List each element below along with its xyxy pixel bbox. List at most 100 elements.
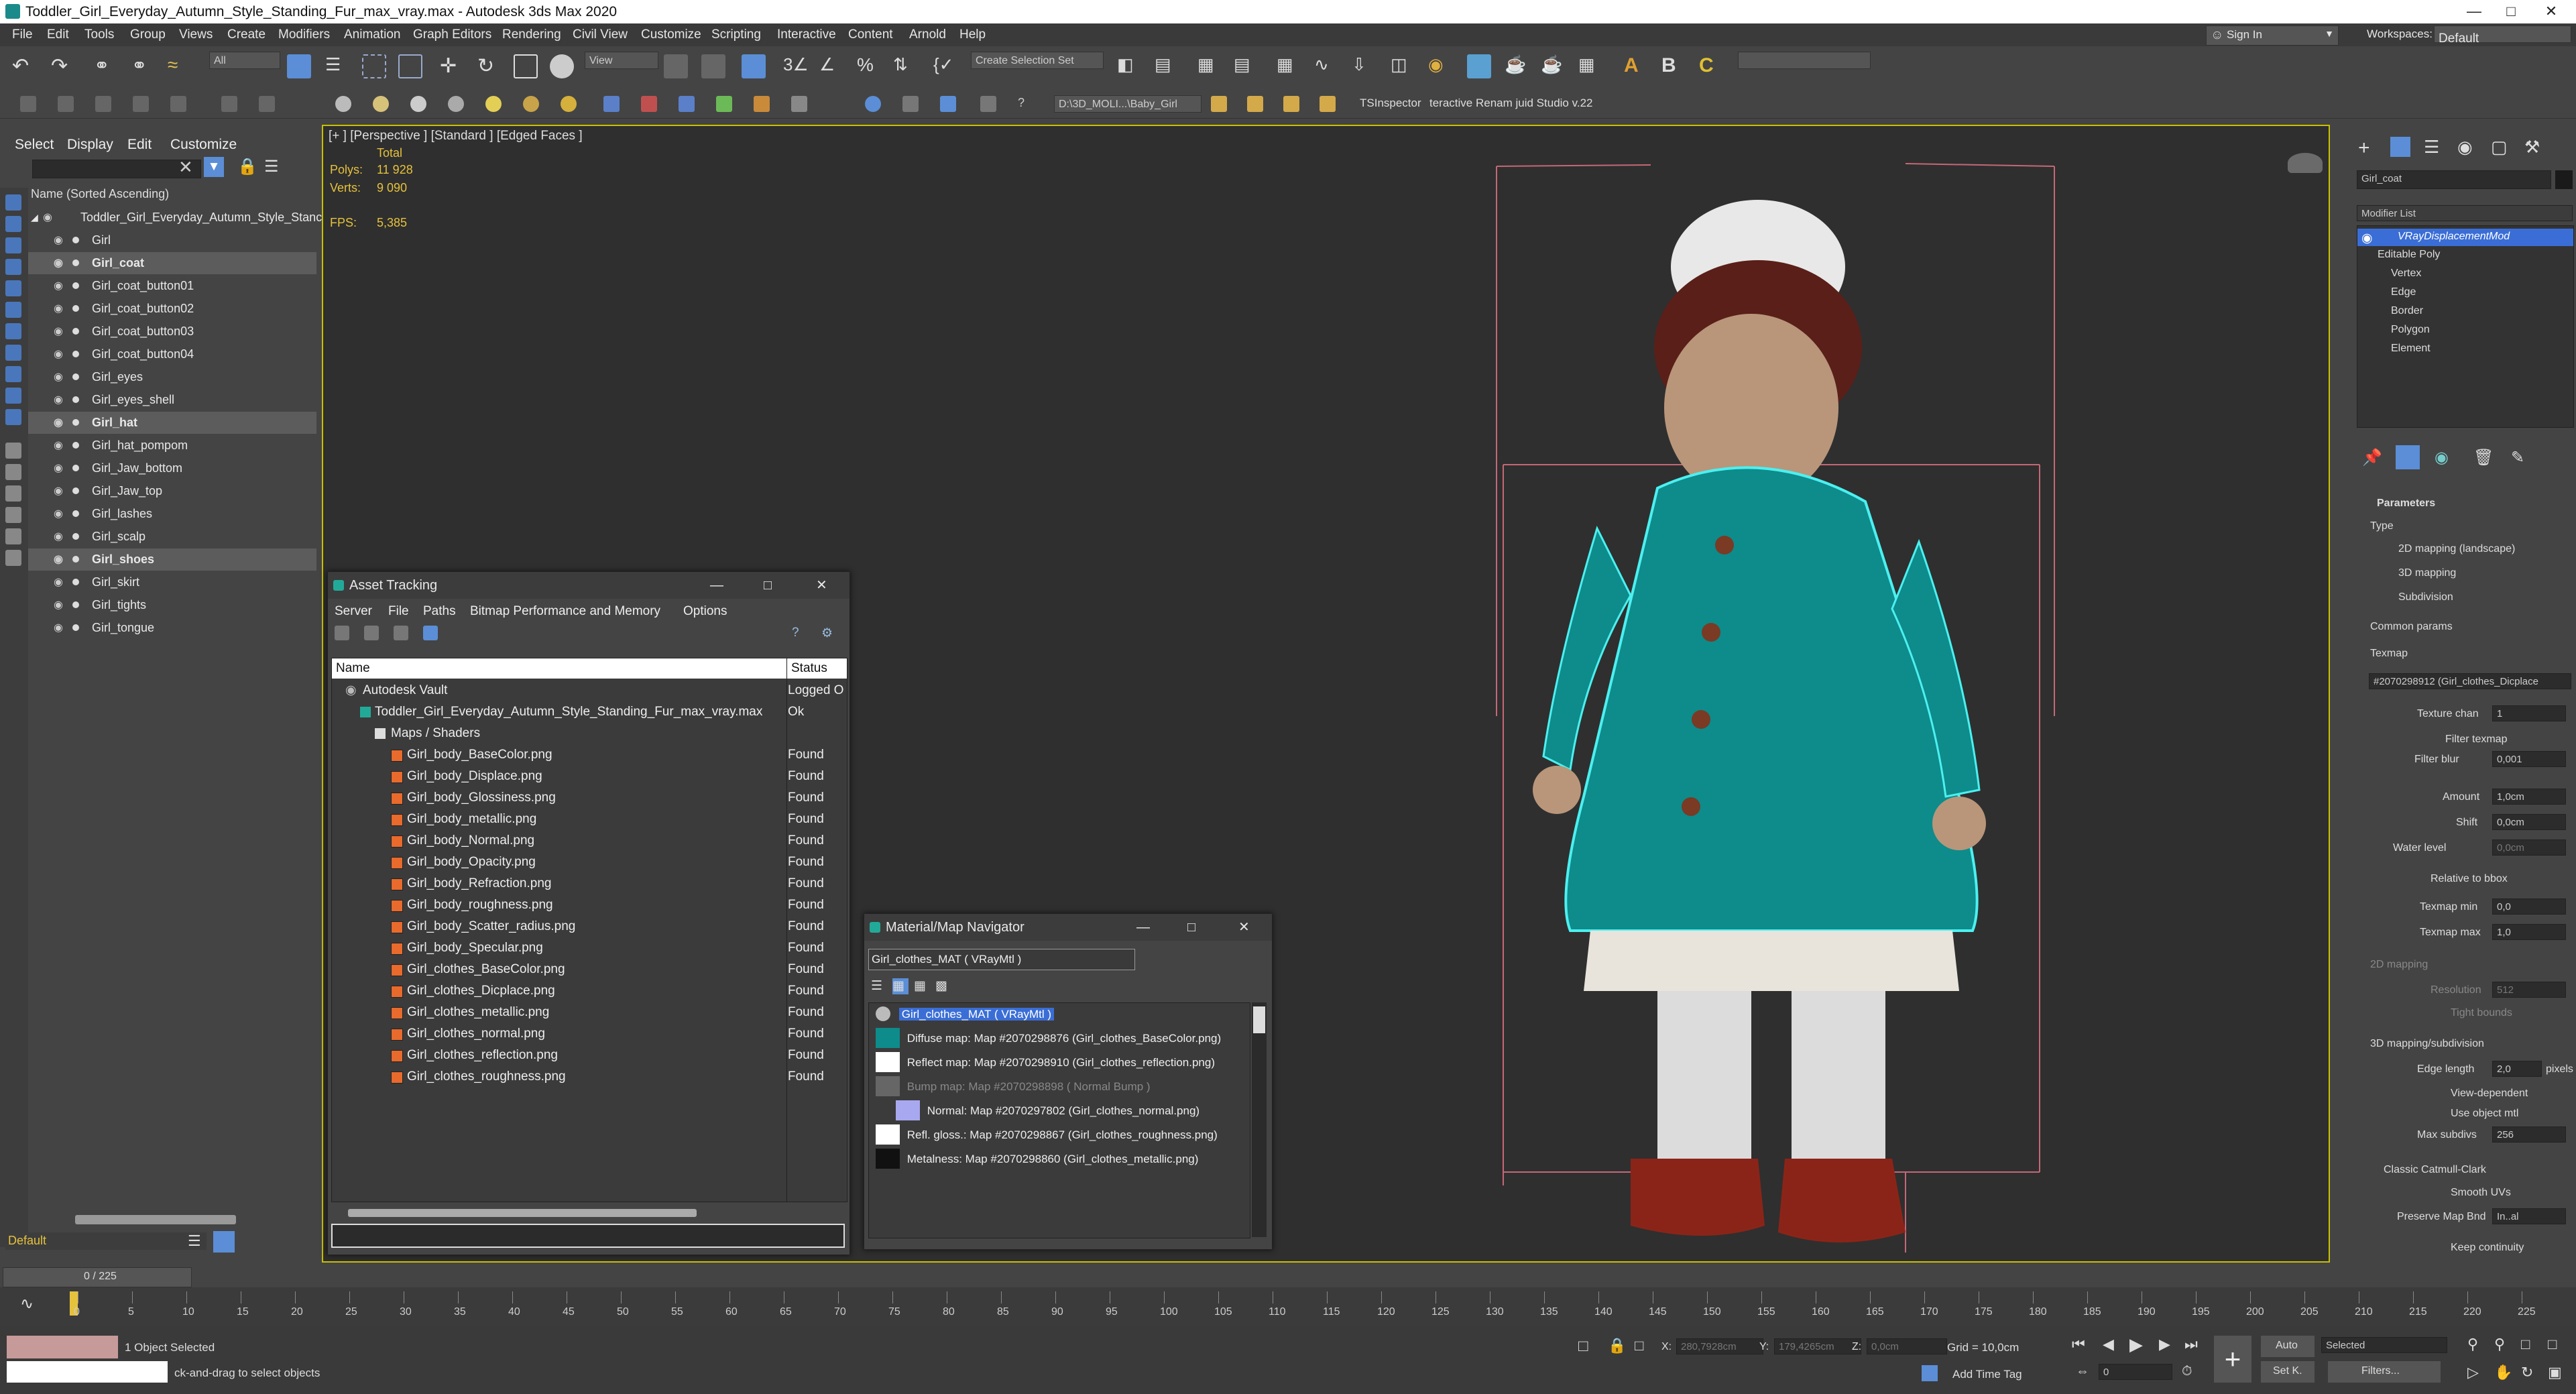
eye-icon[interactable]: ◉: [54, 503, 63, 525]
use-object-mtl-checkbox[interactable]: Use object mtl: [2451, 1108, 2518, 1120]
view-small-icons-icon[interactable]: ▦: [914, 978, 930, 994]
stack-item-element[interactable]: Element: [2391, 343, 2431, 355]
menu-graph-editors[interactable]: Graph Editors: [413, 27, 491, 42]
next-frame-icon[interactable]: ▶: [2159, 1336, 2170, 1353]
sphere-icon[interactable]: [410, 96, 426, 112]
utilities-tab-icon[interactable]: ⚒: [2524, 137, 2540, 158]
layer-dropdown[interactable]: Default: [5, 1232, 207, 1250]
window-crossing-icon[interactable]: [398, 54, 422, 78]
sphere-icon[interactable]: [373, 96, 389, 112]
resolution-spinner[interactable]: 512: [2492, 982, 2566, 998]
tool-icon[interactable]: [902, 96, 919, 112]
zoom-extents-icon[interactable]: □: [2521, 1336, 2530, 1353]
keyboard-shortcut-toggle-icon[interactable]: [742, 54, 766, 78]
asset-menu-server[interactable]: Server: [335, 604, 372, 619]
z-coordinate-field[interactable]: 0,0cm: [1867, 1338, 1947, 1354]
scene-object-row[interactable]: ◉ Girl: [28, 229, 316, 251]
asset-tool-icon[interactable]: [364, 626, 379, 640]
scene-object-row[interactable]: ◉ Girl_coat_button04: [28, 343, 316, 365]
rectangular-selection-icon[interactable]: [362, 54, 386, 78]
tab-select[interactable]: Select: [15, 137, 54, 153]
render-dot-icon[interactable]: [72, 442, 79, 449]
scene-object-row[interactable]: ◉ Girl_coat_button01: [28, 275, 316, 297]
filter-icon[interactable]: [5, 388, 21, 404]
absolute-mode-icon[interactable]: □: [1635, 1337, 1643, 1354]
render-dot-icon[interactable]: [72, 624, 79, 631]
asset-row-maps-group[interactable]: Maps / Shaders: [332, 723, 845, 744]
eye-icon[interactable]: ◉: [54, 366, 63, 388]
angle-snap-icon[interactable]: ∠: [819, 54, 843, 78]
menu-help[interactable]: Help: [959, 27, 986, 42]
zoom-extents-all-icon[interactable]: □: [2548, 1336, 2557, 1353]
filter-icon[interactable]: [5, 345, 21, 361]
eye-icon[interactable]: ◉: [54, 229, 63, 251]
sphere-icon[interactable]: [335, 96, 351, 112]
render-dot-icon[interactable]: [72, 373, 79, 380]
tool-icon[interactable]: [20, 96, 36, 112]
material-map-row[interactable]: Normal: Map #2070297802 (Girl_clothes_no…: [896, 1100, 1199, 1122]
menu-content[interactable]: Content: [848, 27, 893, 42]
tight-bounds-checkbox[interactable]: Tight bounds: [2451, 1007, 2512, 1019]
time-config-icon[interactable]: ⏱: [2182, 1364, 2192, 1379]
texmap-button[interactable]: #2070298912 (Girl_clothes_Dicplace: [2369, 673, 2571, 689]
render-dot-icon[interactable]: [72, 579, 79, 585]
render-dot-icon[interactable]: [72, 465, 79, 471]
asset-menu-options[interactable]: Options: [683, 604, 727, 619]
asset-map-row[interactable]: Girl_clothes_BaseColor.png Found: [332, 959, 845, 980]
remove-modifier-icon[interactable]: 🗑: [2473, 448, 2494, 467]
asset-map-row[interactable]: Girl_body_Glossiness.png Found: [332, 787, 845, 809]
asset-map-row[interactable]: Girl_clothes_reflection.png Found: [332, 1045, 845, 1066]
col-status[interactable]: Status: [791, 658, 827, 679]
menu-customize[interactable]: Customize: [641, 27, 701, 42]
col-name[interactable]: Name: [336, 658, 370, 679]
menu-scripting[interactable]: Scripting: [711, 27, 761, 42]
stack-item-editable-poly[interactable]: Editable Poly: [2378, 249, 2440, 261]
undo-icon[interactable]: ↶: [12, 54, 36, 78]
scene-object-row[interactable]: ◉ Girl_lashes: [28, 503, 316, 525]
edge-length-spinner[interactable]: 2,0: [2492, 1061, 2542, 1077]
shift-spinner[interactable]: 0,0cm: [2492, 814, 2566, 830]
clear-search-icon[interactable]: ✕: [178, 157, 193, 178]
named-selection-dropdown[interactable]: Create Selection Set: [971, 52, 1104, 69]
material-map-row[interactable]: Bump map: Map #2070298898 ( Normal Bump …: [876, 1076, 1151, 1098]
render-setup-icon[interactable]: ◉: [1428, 54, 1452, 78]
move-icon[interactable]: ✛: [440, 54, 464, 78]
maximize-icon[interactable]: □: [764, 572, 772, 599]
close-icon[interactable]: ✕: [1238, 914, 1250, 941]
eye-icon[interactable]: ◉: [54, 252, 63, 274]
filter-icon[interactable]: [5, 259, 21, 275]
smooth-uvs-checkbox[interactable]: Smooth UVs: [2451, 1187, 2511, 1199]
asset-map-row[interactable]: Girl_body_Scatter_radius.png Found: [332, 916, 845, 937]
relative-to-bbox-checkbox[interactable]: Relative to bbox: [2431, 873, 2508, 885]
set-key-icon[interactable]: +: [2214, 1336, 2251, 1383]
asset-map-row[interactable]: Girl_body_roughness.png Found: [332, 894, 845, 916]
eye-icon[interactable]: ◉: [54, 617, 63, 639]
tool-icon[interactable]: [603, 96, 620, 112]
material-tree-scrollbar[interactable]: [1252, 1002, 1267, 1237]
lock-icon[interactable]: 🔒: [237, 157, 257, 176]
pivot-center-icon[interactable]: [664, 54, 688, 78]
scene-object-row[interactable]: ◉ Girl_Jaw_top: [28, 480, 316, 502]
eye-icon[interactable]: ◉: [43, 207, 52, 229]
scene-object-row[interactable]: ◉ Girl_scalp: [28, 526, 316, 548]
asset-row-vault[interactable]: ◉ Autodesk Vault Logged O: [332, 680, 845, 701]
stack-item-edge[interactable]: Edge: [2391, 286, 2416, 298]
text-a-icon[interactable]: A: [1624, 54, 1648, 78]
filter-icon[interactable]: [5, 507, 21, 523]
menu-interactive[interactable]: Interactive: [777, 27, 836, 42]
eye-icon[interactable]: ◉: [54, 412, 63, 434]
scene-column-header[interactable]: Name (Sorted Ascending): [28, 185, 319, 202]
menu-group[interactable]: Group: [130, 27, 166, 42]
sign-in-dropdown[interactable]: ☺ Sign In ▼: [2206, 25, 2339, 46]
display-tab-icon[interactable]: ▢: [2491, 137, 2508, 158]
schematic-view-icon[interactable]: ⇩: [1352, 54, 1376, 78]
folder-icon[interactable]: [1283, 96, 1299, 112]
render-dot-icon[interactable]: [72, 556, 79, 563]
scrollbar-thumb[interactable]: [1253, 1006, 1265, 1033]
max-subdivs-spinner[interactable]: 256: [2492, 1126, 2566, 1143]
scene-object-row[interactable]: ◉ Girl_tongue: [28, 617, 316, 639]
asset-scrollbar[interactable]: [348, 1209, 697, 1217]
eye-icon[interactable]: ◉: [54, 434, 63, 457]
scene-root-row[interactable]: ◢ ◉ Toddler_Girl_Everyday_Autumn_Style_S…: [28, 207, 322, 229]
tool-icon[interactable]: [221, 96, 237, 112]
